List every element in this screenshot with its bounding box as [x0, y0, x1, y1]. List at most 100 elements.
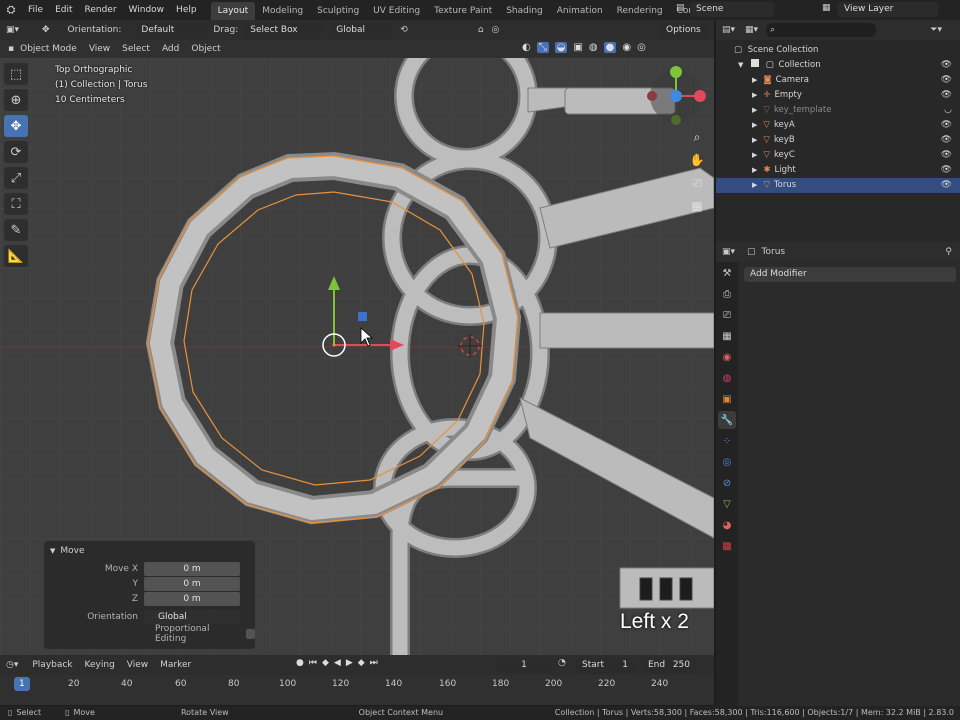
collapse-icon[interactable]: ▼ [50, 547, 55, 555]
pan-hand-icon[interactable]: ✋ [686, 149, 708, 172]
xray-icon[interactable]: ▣ [573, 42, 582, 53]
outliner-item[interactable]: ▶ ▽ keyB 👁 [716, 133, 960, 148]
proportional-checkbox[interactable] [245, 628, 255, 639]
camera-view-icon[interactable]: ⎚ [686, 172, 708, 195]
eye-icon[interactable]: 👁 [941, 178, 952, 193]
material-tab-icon[interactable]: ◕ [718, 516, 736, 534]
outliner[interactable]: ▤▾ ▦▾ ⌕ ⏷▾ ▢ Scene Collection ▼ ▢ Collec… [716, 20, 960, 242]
current-frame-field[interactable]: 1 [497, 658, 551, 673]
menu-view[interactable]: View [83, 40, 116, 58]
snap-icon[interactable]: ⌂ [478, 25, 484, 35]
pivot-icon[interactable]: ⟲ [400, 25, 408, 35]
eye-icon[interactable]: 👁 [941, 58, 952, 73]
prev-key-icon[interactable]: ◆ [322, 658, 329, 668]
rotate-tool-icon[interactable]: ⟳ [4, 141, 28, 163]
particles-tab-icon[interactable]: ⁘ [718, 432, 736, 450]
proportional-icon[interactable]: ◎ [492, 25, 500, 35]
next-key-icon[interactable]: ◆ [358, 658, 365, 668]
menu-file[interactable]: File [22, 0, 49, 20]
properties-editor-icon[interactable]: ▣▾ [722, 247, 735, 257]
annotate-tool-icon[interactable]: ✎ [4, 219, 28, 241]
outliner-item[interactable]: ▶ ◙ Camera 👁 [716, 73, 960, 88]
move-y-field[interactable]: 0 m [144, 576, 240, 591]
visibility-icon[interactable]: ◐ [522, 42, 531, 53]
blender-logo-icon[interactable]: ⛭ [0, 3, 22, 17]
solid-shading-icon[interactable]: ● [603, 42, 617, 53]
outliner-item[interactable]: ▶ ✛ Empty 👁 [716, 88, 960, 103]
menu-edit[interactable]: Edit [49, 0, 78, 20]
expand-arrow-icon[interactable]: ▶ [752, 136, 757, 144]
view-layer-tab-icon[interactable]: ▦ [718, 327, 736, 345]
outliner-item[interactable]: ▶ ▽ key_template ◡ [716, 103, 960, 118]
eye-icon[interactable]: 👁 [941, 148, 952, 163]
scene-tab-icon[interactable]: ◉ [718, 348, 736, 366]
tool-tab-icon[interactable]: ⚒ [718, 264, 736, 282]
jump-end-icon[interactable]: ⏭ [370, 658, 378, 668]
output-tab-icon[interactable]: ⎚ [718, 306, 736, 324]
data-tab-icon[interactable]: ▽ [718, 495, 736, 513]
outliner-editor-icon[interactable]: ▤▾ [722, 25, 735, 35]
modifier-tab-icon[interactable]: 🔧 [718, 411, 736, 429]
move-x-field[interactable]: 0 m [144, 561, 240, 576]
cursor-tool-icon[interactable]: ⊕ [4, 89, 28, 111]
transform-tool-icon[interactable]: ⛶ [4, 193, 28, 215]
view-menu[interactable]: View [121, 656, 154, 674]
display-mode-icon[interactable]: ▦▾ [745, 25, 758, 35]
tab-rendering[interactable]: Rendering [610, 2, 670, 20]
transform-orientation-dropdown[interactable]: Global [330, 22, 393, 38]
outliner-item[interactable]: ▶ ▽ keyA 👁 [716, 118, 960, 133]
editor-type-icon[interactable]: ▣▾ [6, 25, 32, 35]
expand-arrow-icon[interactable]: ▶ [752, 121, 757, 129]
expand-arrow-icon[interactable]: ▶ [752, 181, 757, 189]
measure-tool-icon[interactable]: 📐 [4, 245, 28, 267]
tab-uv-editing[interactable]: UV Editing [366, 2, 427, 20]
ortho-grid-icon[interactable]: ▦ [686, 195, 708, 218]
filter-icon[interactable]: ⏷▾ [930, 25, 942, 35]
physics-tab-icon[interactable]: ◎ [718, 453, 736, 471]
material-shading-icon[interactable]: ◉ [622, 42, 631, 53]
panel-header[interactable]: ▼ Move [44, 541, 255, 561]
menu-help[interactable]: Help [170, 0, 203, 20]
scene-icon[interactable]: ▤ [676, 3, 685, 13]
rendered-shading-icon[interactable]: ◎ [637, 42, 646, 53]
scale-tool-icon[interactable]: ⤢ [4, 167, 28, 189]
keying-menu[interactable]: Keying [79, 656, 121, 674]
expand-arrow-icon[interactable]: ▶ [752, 166, 757, 174]
timeline-ruler[interactable]: 1 20 40 60 80 100 120 140 160 180 200 22… [0, 675, 714, 705]
mode-dropdown[interactable]: Object Mode [14, 40, 83, 58]
eye-icon[interactable]: 👁 [941, 133, 952, 148]
expand-arrow-icon[interactable]: ▶ [752, 151, 757, 159]
scene-field[interactable]: Scene [690, 2, 774, 17]
eye-icon[interactable]: ◡ [944, 103, 952, 118]
orientation-dropdown[interactable]: Default [135, 22, 208, 38]
expand-arrow-icon[interactable]: ▼ [738, 61, 743, 69]
tab-animation[interactable]: Animation [550, 2, 610, 20]
start-field[interactable]: Start 1 [576, 658, 634, 673]
outliner-item[interactable]: ▶ ▽ Torus 👁 [716, 178, 960, 193]
move-tool-icon[interactable]: ✥ [4, 115, 28, 137]
tab-shading[interactable]: Shading [499, 2, 550, 20]
outliner-search[interactable]: ⌕ [766, 23, 877, 37]
move-z-field[interactable]: 0 m [144, 591, 240, 606]
record-icon[interactable]: ● [296, 658, 304, 668]
world-tab-icon[interactable]: ◍ [718, 369, 736, 387]
tab-texture-paint[interactable]: Texture Paint [427, 2, 499, 20]
expand-arrow-icon[interactable]: ▶ [752, 76, 757, 84]
view-layer-icon[interactable]: ▦ [822, 3, 831, 13]
eye-icon[interactable]: 👁 [941, 73, 952, 88]
frame-marker[interactable]: 1 [14, 677, 30, 691]
outliner-item[interactable]: ▶ ▽ keyC 👁 [716, 148, 960, 163]
expand-arrow-icon[interactable]: ▶ [752, 91, 757, 99]
end-field[interactable]: End 250 [642, 658, 696, 673]
last-operation-panel[interactable]: ▼ Move Move X 0 m Y 0 m Z 0 m Orientatio… [44, 541, 255, 649]
object-tab-icon[interactable]: ▣ [718, 390, 736, 408]
select-box-icon[interactable]: ⬚ [4, 63, 28, 85]
view-layer-field[interactable]: View Layer [838, 2, 938, 17]
jump-start-icon[interactable]: ⏮ [309, 658, 317, 668]
properties-editor[interactable]: ▣▾ ▢ Torus ⚲ Add Modifier [716, 242, 960, 706]
tab-sculpting[interactable]: Sculpting [310, 2, 366, 20]
orientation-field[interactable]: Global [144, 609, 240, 624]
add-modifier-dropdown[interactable]: Add Modifier [744, 267, 956, 282]
options-dropdown[interactable]: Options [660, 23, 708, 38]
eye-icon[interactable]: 👁 [941, 163, 952, 178]
